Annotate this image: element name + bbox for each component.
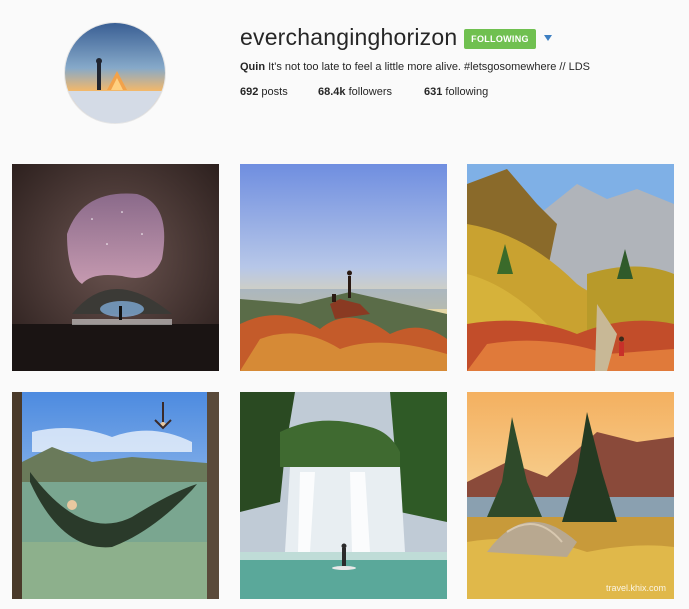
caret-down-icon[interactable] [541, 31, 555, 45]
post-tile-autumn-valley[interactable] [467, 164, 674, 371]
profile-avatar[interactable] [64, 22, 166, 124]
followers-link[interactable]: 68.4k followers [318, 86, 424, 98]
posts-count: 692 posts [240, 86, 288, 98]
post-tile-sunset-rock[interactable] [240, 164, 447, 371]
bio-text: It's not too late to feel a little more … [268, 61, 590, 73]
profile-username: everchanginghorizon [240, 24, 458, 50]
following-link[interactable]: 631 following [424, 86, 488, 98]
bio-name: Quin [240, 61, 266, 73]
profile-stats: 692 posts 68.4k followers 631 following [240, 86, 488, 98]
post-tile-waterfall[interactable] [240, 392, 447, 599]
watermark-text: travel.khix.com [605, 583, 666, 593]
following-button[interactable]: FOLLOWING [464, 29, 536, 49]
post-tile-tent-meadow[interactable]: travel.khix.com [467, 392, 674, 599]
post-tile-hammock-lake[interactable] [12, 392, 219, 599]
post-tile-cave-arch[interactable] [12, 164, 219, 371]
profile-bio: Quin It's not too late to feel a little … [240, 61, 590, 73]
